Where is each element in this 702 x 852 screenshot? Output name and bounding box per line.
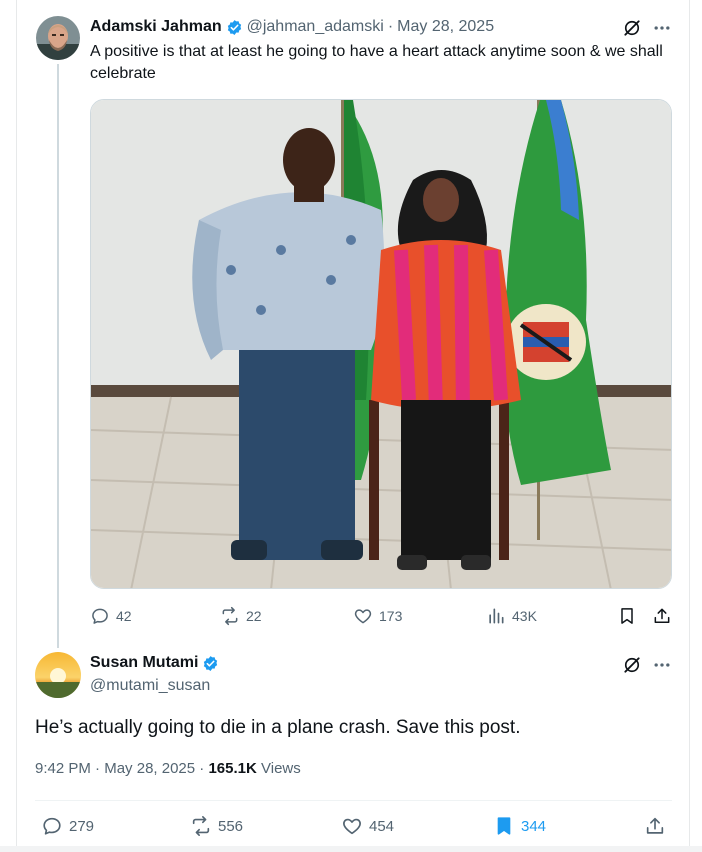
parent-tweet-date[interactable]: May 28, 2025 <box>397 18 494 36</box>
reply-count: 42 <box>116 608 132 624</box>
bookmark-button[interactable] <box>617 605 637 627</box>
actions-divider <box>35 800 672 801</box>
main-tweet-actions: 279 556 454 344 <box>35 815 672 839</box>
verified-badge-icon <box>227 19 241 35</box>
meta-separator: · <box>95 760 101 777</box>
parent-author-avatar[interactable] <box>36 16 80 60</box>
parent-author-handle[interactable]: @jahman_adamski <box>247 18 384 36</box>
grok-icon[interactable] <box>621 654 643 676</box>
reply-icon <box>92 608 108 624</box>
like-count: 173 <box>379 608 403 624</box>
share-icon <box>646 817 664 834</box>
timeline-border-left <box>16 0 17 852</box>
like-count: 454 <box>369 817 395 835</box>
main-author-name[interactable]: Susan Mutami <box>90 654 198 672</box>
views-label: Views <box>261 760 301 777</box>
thread-connector-line <box>57 64 59 648</box>
share-button[interactable] <box>644 815 666 837</box>
more-options-icon[interactable] <box>651 654 673 676</box>
tweet-date[interactable]: May 28, 2025 <box>104 760 195 777</box>
like-button[interactable]: 173 <box>353 605 402 627</box>
repost-icon <box>192 816 210 836</box>
reply-icon <box>43 817 61 835</box>
main-tweet-text: He’s actually going to die in a plane cr… <box>35 717 521 738</box>
main-tweet-meta: 9:42 PM · May 28, 2025 · 165.1K Views <box>35 760 301 777</box>
bookmark-filled-icon <box>497 817 511 835</box>
repost-count: 22 <box>246 608 262 624</box>
repost-count: 556 <box>218 817 244 835</box>
heart-icon <box>343 818 361 835</box>
more-options-icon[interactable] <box>651 17 673 39</box>
parent-tweet-header: Adamski Jahman @jahman_adamski · May 28,… <box>90 17 494 37</box>
heart-icon <box>354 609 372 624</box>
bookmark-count: 344 <box>521 817 547 835</box>
bookmark-icon <box>621 608 633 624</box>
views-count: 43K <box>512 608 537 624</box>
parent-tweet-actions: 42 22 173 43K <box>90 605 680 627</box>
repost-button[interactable]: 556 <box>190 815 243 837</box>
main-author-handle[interactable]: @mutami_susan <box>90 677 210 695</box>
tweet-time[interactable]: 9:42 PM <box>35 760 91 777</box>
timeline-border-right <box>689 0 690 852</box>
verified-badge-icon <box>204 655 218 671</box>
grok-icon[interactable] <box>621 17 643 39</box>
tweet-photo[interactable] <box>90 99 672 589</box>
views-total: 165.1K <box>208 760 257 777</box>
share-icon <box>654 608 670 623</box>
main-author-avatar[interactable] <box>35 652 81 698</box>
views-button[interactable]: 43K <box>486 605 537 627</box>
main-tweet-author-row: Susan Mutami <box>90 654 219 672</box>
reply-button[interactable]: 42 <box>90 605 132 627</box>
repost-button[interactable]: 22 <box>220 605 262 627</box>
meta-separator: · <box>199 760 205 777</box>
header-separator: · <box>387 18 394 35</box>
bookmark-button[interactable]: 344 <box>493 815 546 837</box>
repost-icon <box>222 606 238 626</box>
parent-author-name[interactable]: Adamski Jahman <box>90 18 222 36</box>
views-chart-icon <box>489 608 504 624</box>
like-button[interactable]: 454 <box>341 815 394 837</box>
share-button[interactable] <box>652 605 672 627</box>
reply-count: 279 <box>69 817 95 835</box>
parent-tweet-text: A positive is that at least he going to … <box>90 43 663 82</box>
reply-button[interactable]: 279 <box>41 815 94 837</box>
bottom-divider <box>0 846 702 852</box>
